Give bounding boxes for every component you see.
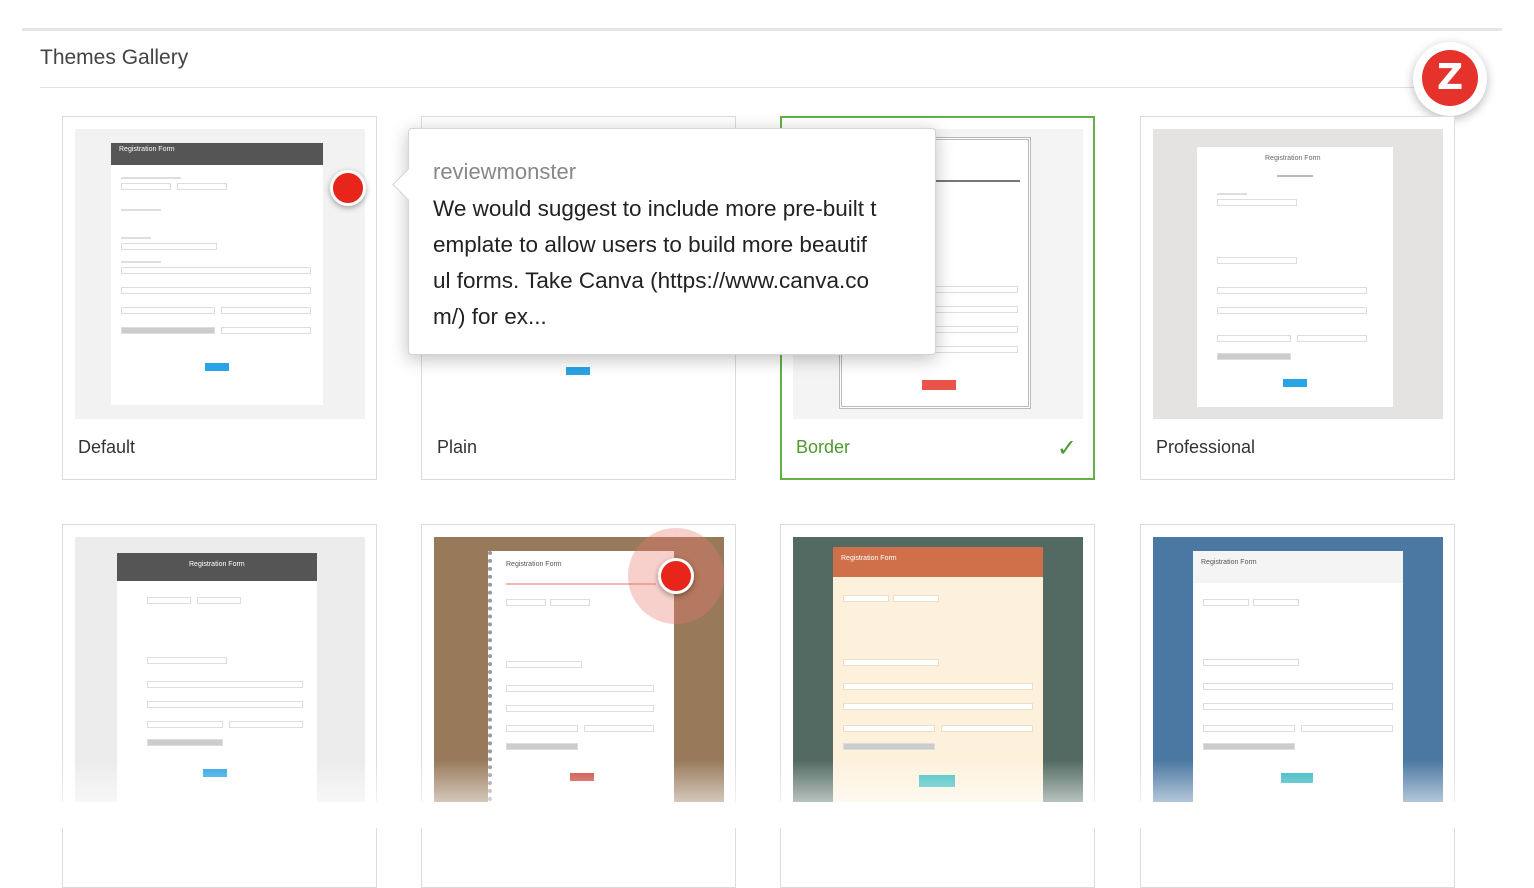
theme-card-blue[interactable]: Registration Form xyxy=(1140,524,1455,888)
tooltip-username: reviewmonster xyxy=(433,159,577,184)
tooltip-arrow xyxy=(392,168,425,201)
z-logo-icon: Z xyxy=(1422,50,1478,106)
feedback-tooltip: reviewmonster We would suggest to includ… xyxy=(392,128,936,355)
page-title: Themes Gallery xyxy=(40,46,189,69)
top-divider xyxy=(22,28,1502,31)
theme-label: Professional xyxy=(1156,437,1256,457)
theme-thumbnail: Registration Form xyxy=(1153,537,1443,827)
theme-thumbnail: Registration Form xyxy=(793,537,1083,827)
theme-thumbnail-default: Registration Form xyxy=(75,129,365,419)
theme-card-orange-header[interactable]: Registration Form xyxy=(780,524,1095,888)
theme-thumbnail: Registration Form xyxy=(75,537,365,827)
title-divider xyxy=(40,87,1460,88)
theme-card-default[interactable]: Registration Form Default xyxy=(62,116,377,480)
feedback-hotspot[interactable] xyxy=(658,558,694,594)
theme-thumbnail-professional: Registration Form xyxy=(1153,129,1443,419)
selected-check-icon: ✓ xyxy=(1056,434,1077,462)
zoho-logo-button[interactable]: Z xyxy=(1413,42,1487,116)
theme-label: Border xyxy=(796,437,851,457)
tooltip-comment: We would suggest to include more pre-bui… xyxy=(433,196,877,329)
theme-card-professional[interactable]: Registration Form Professional xyxy=(1140,116,1455,480)
theme-label: Default xyxy=(78,437,136,457)
page-bottom xyxy=(0,802,1534,828)
feedback-hotspot[interactable] xyxy=(330,170,366,206)
theme-label: Plain xyxy=(437,437,478,457)
theme-card-dark-header[interactable]: Registration Form xyxy=(62,524,377,888)
